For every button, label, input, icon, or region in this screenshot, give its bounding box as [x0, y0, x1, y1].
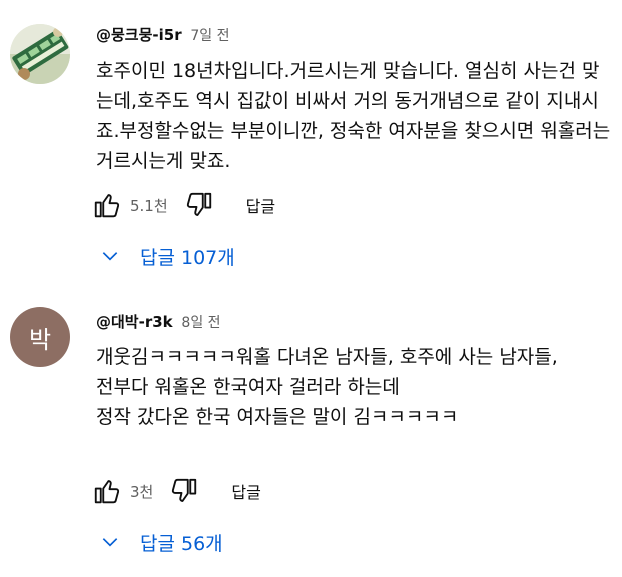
like-button[interactable]: [90, 188, 124, 222]
avatar-letter: 박: [28, 325, 52, 354]
avatar[interactable]: 박: [10, 307, 70, 367]
comment-text: 개웃김ㅋㅋㅋㅋㅋ워홀 다녀온 남자들, 호주에 사는 남자들, 전부다 워홀온 …: [96, 346, 558, 428]
like-count: 5.1천: [130, 196, 168, 215]
comment-time[interactable]: 8일 전: [181, 315, 220, 331]
thumbs-down-icon: [172, 478, 197, 502]
dislike-button[interactable]: [167, 474, 201, 508]
like-button[interactable]: [90, 474, 124, 508]
chevron-down-icon: [100, 246, 120, 266]
replies-label: 답글 107개: [140, 246, 235, 269]
comment-text: 호주이민 18년차입니다.거르시는게 맞습니다. 열심히 사는건 맞는데,호주도…: [96, 60, 617, 172]
reply-button[interactable]: 답글: [246, 193, 275, 217]
comment-actions: 5.1천 답글: [90, 187, 275, 223]
comment-header: @뭉크뭉-i5r 7일 전: [96, 24, 230, 45]
comment-header: @대박-r3k 8일 전: [96, 311, 221, 332]
comment-time[interactable]: 7일 전: [190, 28, 229, 44]
dislike-button[interactable]: [182, 188, 216, 222]
profile-photo-icon: [10, 24, 70, 84]
thumbs-up-icon: [94, 194, 120, 218]
comment-author[interactable]: @대박-r3k: [96, 313, 173, 331]
comment-actions: 3천 답글: [90, 473, 261, 509]
thumbs-up-icon: [94, 480, 120, 504]
like-count: 3천: [130, 482, 154, 501]
comment-author[interactable]: @뭉크뭉-i5r: [96, 26, 182, 44]
avatar[interactable]: [10, 24, 70, 84]
replies-label: 답글 56개: [140, 532, 223, 555]
view-replies-button[interactable]: 답글 56개: [100, 524, 223, 560]
thumbs-down-icon: [186, 192, 211, 216]
reply-button[interactable]: 답글: [231, 479, 260, 503]
view-replies-button[interactable]: 답글 107개: [100, 238, 235, 274]
chevron-down-icon: [100, 532, 120, 552]
